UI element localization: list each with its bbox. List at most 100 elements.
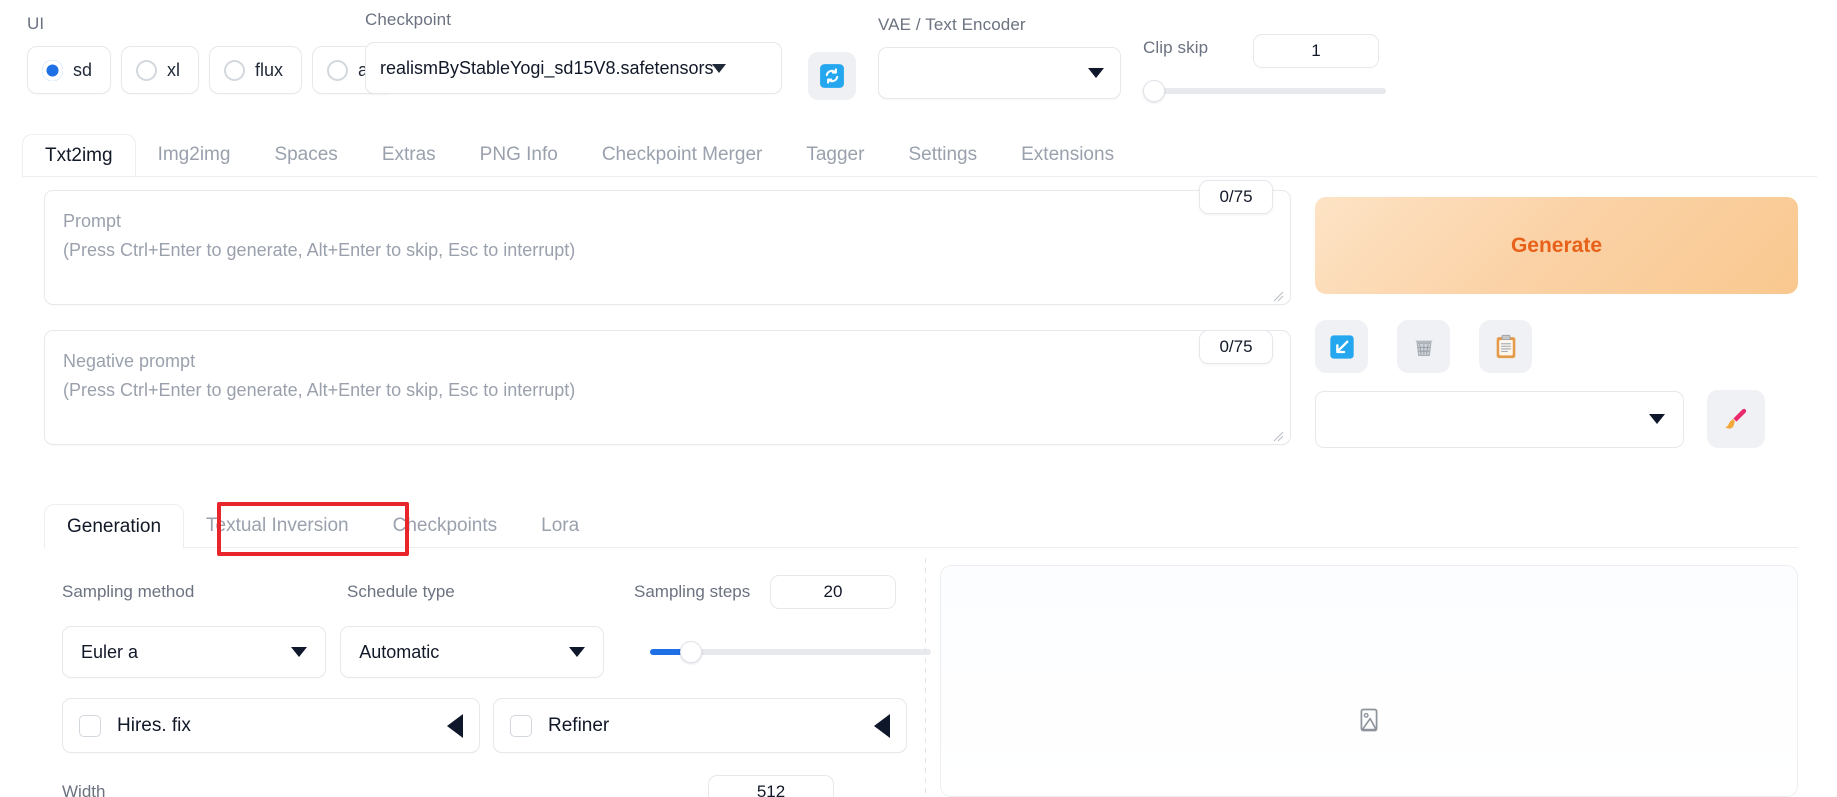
checkpoint-select[interactable]: realismByStableYogi_sd15V8.safetensors bbox=[365, 42, 782, 94]
prompt-placeholder-line2: (Press Ctrl+Enter to generate, Alt+Enter… bbox=[63, 236, 1272, 265]
slider-handle[interactable] bbox=[1143, 80, 1165, 102]
generation-tab-bar: Generation Textual Inversion Checkpoints… bbox=[44, 503, 1798, 548]
slider-track bbox=[1161, 88, 1386, 94]
tab-img2img[interactable]: Img2img bbox=[136, 133, 253, 177]
tab-checkpoint-merger[interactable]: Checkpoint Merger bbox=[580, 133, 785, 177]
clip-skip-slider[interactable] bbox=[1143, 80, 1386, 102]
vae-select[interactable] bbox=[878, 47, 1121, 99]
tab-extras[interactable]: Extras bbox=[360, 133, 458, 177]
prompt-placeholder-line1: Prompt bbox=[63, 207, 1272, 236]
radio-dot-icon bbox=[327, 60, 348, 81]
sampling-method-value: Euler a bbox=[81, 642, 138, 663]
restore-progress-button[interactable] bbox=[1315, 320, 1368, 373]
sampling-method-label: Sampling method bbox=[62, 582, 347, 602]
ui-radio-row: sd xl flux all bbox=[27, 46, 395, 94]
output-preview-panel[interactable] bbox=[940, 565, 1798, 797]
subtab-textual-inversion[interactable]: Textual Inversion bbox=[184, 503, 371, 548]
ui-radio-sd[interactable]: sd bbox=[27, 46, 111, 94]
radio-dot-icon bbox=[42, 60, 63, 81]
main-tabs: Txt2img Img2img Spaces Extras PNG Info C… bbox=[22, 133, 1817, 177]
refiner-label: Refiner bbox=[548, 715, 858, 737]
generate-button[interactable]: Generate bbox=[1315, 197, 1798, 294]
sampling-steps-value[interactable]: 20 bbox=[770, 575, 896, 609]
brush-icon bbox=[1721, 404, 1751, 434]
param-labels-row: Sampling method Schedule type Sampling s… bbox=[62, 575, 922, 609]
clip-skip-value[interactable]: 1 bbox=[1253, 34, 1379, 68]
param-controls-row: Euler a Automatic bbox=[62, 626, 922, 678]
subtab-checkpoints[interactable]: Checkpoints bbox=[371, 503, 520, 548]
ui-radio-flux-label: flux bbox=[255, 60, 283, 81]
tab-tagger[interactable]: Tagger bbox=[784, 133, 886, 177]
sampling-steps-label: Sampling steps bbox=[634, 582, 770, 602]
hires-fix-label: Hires. fix bbox=[117, 715, 431, 737]
vae-label: VAE / Text Encoder bbox=[878, 15, 1121, 35]
chevron-left-icon[interactable] bbox=[874, 714, 890, 738]
ui-filter-group: UI sd xl flux all bbox=[27, 14, 395, 94]
clear-prompt-button[interactable] bbox=[1397, 320, 1450, 373]
negative-prompt-placeholder-line2: (Press Ctrl+Enter to generate, Alt+Enter… bbox=[63, 376, 1272, 405]
clipboard-icon bbox=[1492, 333, 1520, 361]
checkpoint-group: Checkpoint realismByStableYogi_sd15V8.sa… bbox=[365, 10, 782, 94]
resize-handle[interactable] bbox=[1272, 427, 1285, 440]
sampling-method-select[interactable]: Euler a bbox=[62, 626, 326, 678]
refiner-accordion[interactable]: Refiner bbox=[493, 698, 907, 753]
prompt-input[interactable]: Prompt (Press Ctrl+Enter to generate, Al… bbox=[44, 190, 1291, 305]
chevron-down-icon bbox=[291, 647, 307, 657]
subtab-generation[interactable]: Generation bbox=[44, 504, 184, 549]
generation-parameters: Sampling method Schedule type Sampling s… bbox=[62, 575, 922, 797]
restore-progress-icon bbox=[1328, 333, 1356, 361]
edit-styles-button[interactable] bbox=[1707, 390, 1765, 448]
trash-icon bbox=[1410, 333, 1438, 361]
hires-fix-checkbox[interactable] bbox=[79, 715, 101, 737]
checkpoint-label: Checkpoint bbox=[365, 10, 782, 30]
radio-dot-icon bbox=[136, 60, 157, 81]
tab-png-info[interactable]: PNG Info bbox=[458, 133, 580, 177]
slider-handle[interactable] bbox=[680, 641, 702, 663]
ui-radio-xl[interactable]: xl bbox=[121, 46, 199, 94]
clip-skip-group: Clip skip 1 bbox=[1143, 38, 1208, 58]
chevron-down-icon bbox=[1649, 414, 1665, 424]
negative-prompt-placeholder-line1: Negative prompt bbox=[63, 347, 1272, 376]
prompt-column: Prompt (Press Ctrl+Enter to generate, Al… bbox=[44, 190, 1291, 445]
main-tab-bar: Txt2img Img2img Spaces Extras PNG Info C… bbox=[22, 133, 1817, 177]
ui-label: UI bbox=[27, 14, 395, 34]
ui-radio-xl-label: xl bbox=[167, 60, 180, 81]
subtab-lora[interactable]: Lora bbox=[519, 503, 601, 548]
tab-spaces[interactable]: Spaces bbox=[252, 133, 359, 177]
refresh-checkpoints-button[interactable] bbox=[808, 52, 856, 100]
image-placeholder-icon bbox=[1355, 706, 1383, 734]
ui-radio-flux[interactable]: flux bbox=[209, 46, 302, 94]
refresh-icon bbox=[819, 63, 845, 89]
tab-divider bbox=[22, 176, 1817, 177]
chevron-down-icon bbox=[712, 64, 726, 73]
chevron-left-icon[interactable] bbox=[447, 714, 463, 738]
width-value[interactable]: 512 bbox=[708, 775, 834, 797]
chevron-down-icon bbox=[1088, 68, 1104, 78]
sampling-steps-slider[interactable] bbox=[650, 641, 922, 663]
webui-root: UI sd xl flux all bbox=[0, 0, 1837, 797]
hires-fix-accordion[interactable]: Hires. fix bbox=[62, 698, 480, 753]
generation-subtabs: Generation Textual Inversion Checkpoints… bbox=[44, 503, 1798, 548]
styles-row bbox=[1315, 390, 1765, 448]
top-toolbar: UI sd xl flux all bbox=[0, 0, 1837, 120]
vae-group: VAE / Text Encoder bbox=[878, 15, 1121, 99]
schedule-type-select[interactable]: Automatic bbox=[340, 626, 604, 678]
radio-dot-icon bbox=[224, 60, 245, 81]
chevron-down-icon bbox=[569, 647, 585, 657]
tab-settings[interactable]: Settings bbox=[886, 133, 999, 177]
paste-styles-button[interactable] bbox=[1479, 320, 1532, 373]
prompt-action-buttons bbox=[1315, 320, 1532, 373]
checkpoint-value: realismByStableYogi_sd15V8.safetensors bbox=[380, 58, 714, 79]
schedule-type-value: Automatic bbox=[359, 642, 439, 663]
tab-txt2img[interactable]: Txt2img bbox=[22, 134, 136, 178]
prompt-token-counter: 0/75 bbox=[1199, 180, 1273, 214]
tab-extensions[interactable]: Extensions bbox=[999, 133, 1136, 177]
refiner-checkbox[interactable] bbox=[510, 715, 532, 737]
clip-skip-label: Clip skip bbox=[1143, 38, 1208, 58]
ui-radio-sd-label: sd bbox=[73, 60, 92, 81]
negative-prompt-input[interactable]: Negative prompt (Press Ctrl+Enter to gen… bbox=[44, 330, 1291, 445]
column-divider bbox=[925, 558, 926, 797]
resize-handle[interactable] bbox=[1272, 287, 1285, 300]
styles-select[interactable] bbox=[1315, 391, 1684, 448]
width-row: Width 512 bbox=[62, 775, 922, 797]
